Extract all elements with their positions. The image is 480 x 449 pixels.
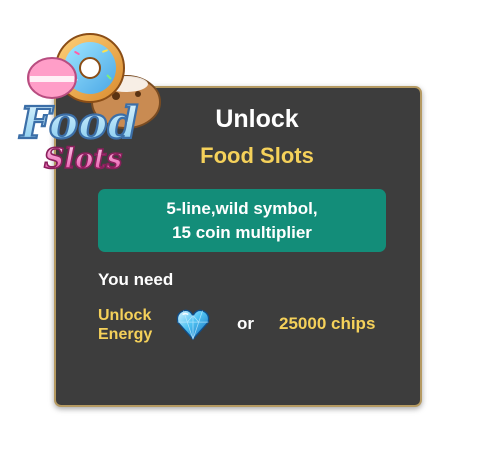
dialog-title: Unlock — [215, 105, 299, 133]
or-separator: or — [237, 314, 254, 333]
logo-word-slots: Slots — [44, 142, 122, 175]
feature-line-1: 5-line,wild symbol, — [166, 199, 318, 218]
requirement-row: Unlock Energy or 25000 chips — [98, 302, 398, 352]
chips-cost: 25000 chips — [279, 314, 376, 333]
feature-description-box: 5-line,wild symbol, 15 coin multiplier — [98, 189, 386, 252]
requirement-heading: You need — [98, 270, 174, 289]
energy-label-line-2: Energy — [98, 326, 153, 343]
energy-label-line-1: Unlock — [98, 307, 152, 324]
game-name: Food Slots — [200, 143, 314, 168]
feature-line-2: 15 coin multiplier — [172, 223, 312, 242]
blue-heart-gem-icon — [176, 309, 210, 341]
unlock-energy-label: Unlock Energy — [98, 306, 152, 344]
unlock-dialog-stage: Unlock Food Slots 5-line,wild symbol, 15… — [0, 0, 480, 449]
food-slots-logo: Food Slots — [17, 33, 161, 176]
